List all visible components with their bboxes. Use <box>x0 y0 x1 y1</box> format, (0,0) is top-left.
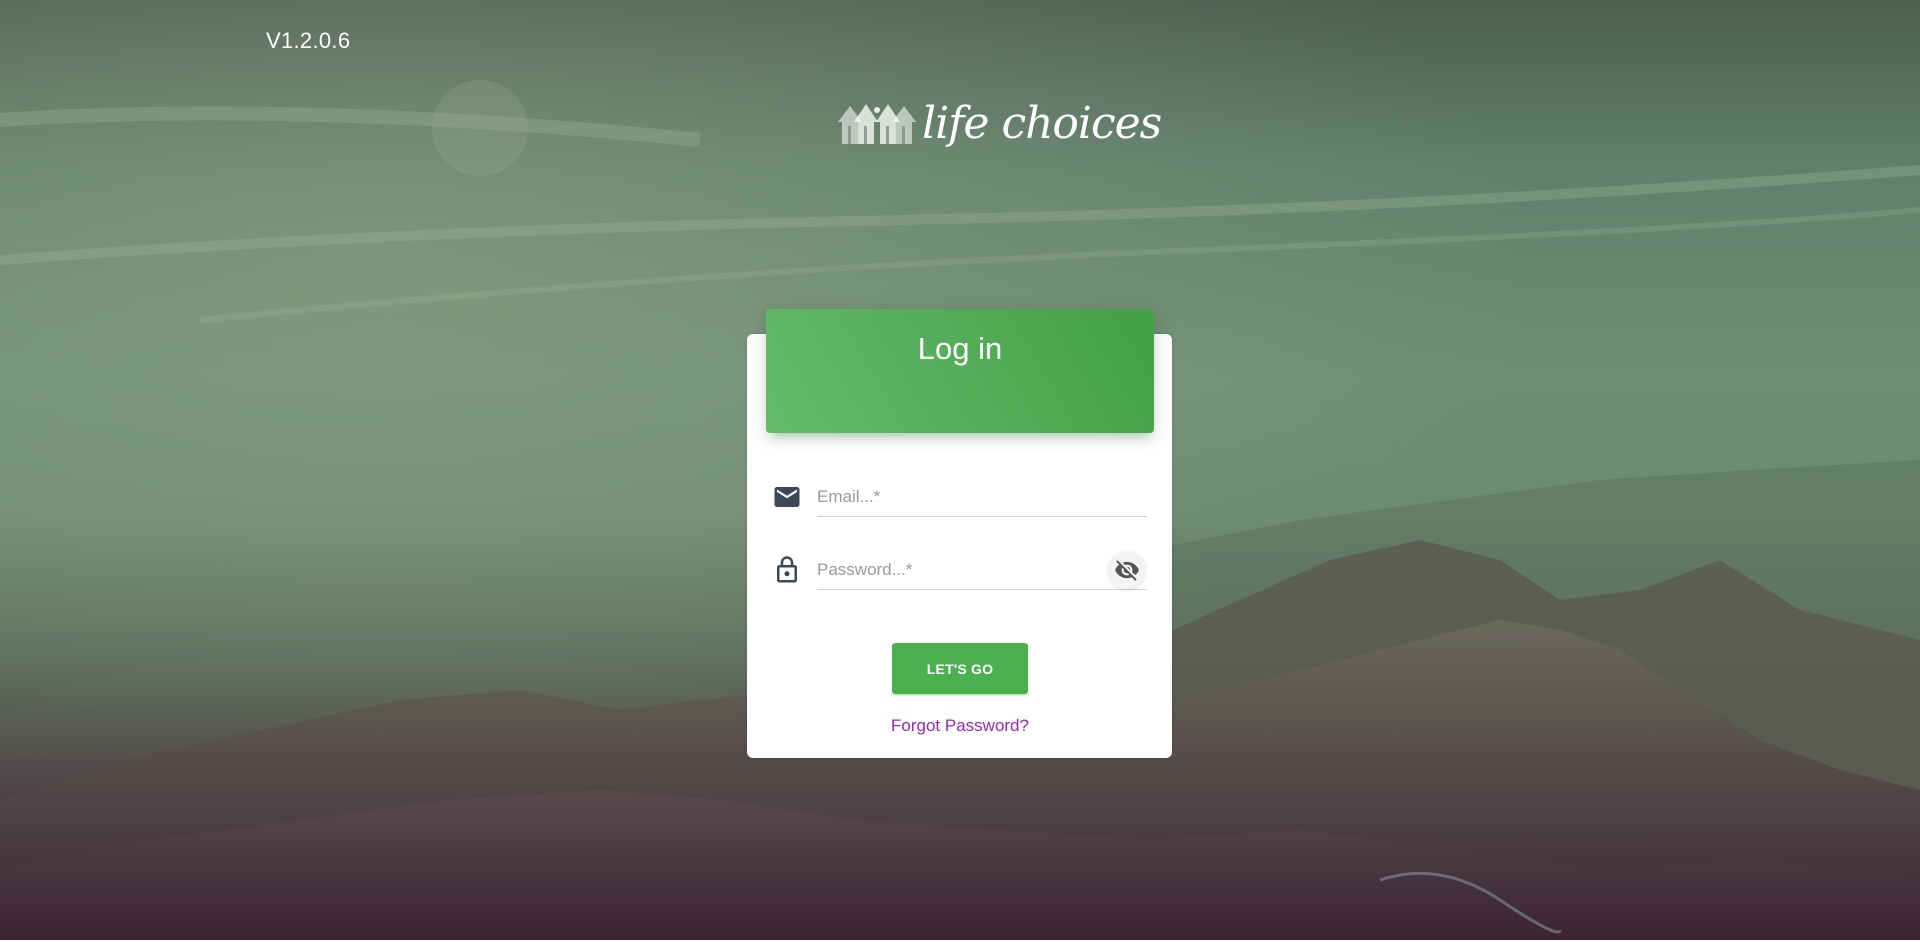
forgot-password-link[interactable]: Forgot Password? <box>870 716 1050 736</box>
app-version-label: V1.2.0.6 <box>266 28 351 53</box>
lets-go-button[interactable]: LET'S GO <box>892 643 1028 694</box>
email-input[interactable] <box>817 478 1147 517</box>
brand-logo: life choices <box>836 94 1162 166</box>
brand-wordmark: life choices <box>922 98 1162 149</box>
email-field <box>772 478 1148 518</box>
login-title: Log in <box>917 331 1003 366</box>
house-people-logo-icon <box>838 104 916 144</box>
password-input[interactable] <box>817 551 1147 590</box>
login-card-header: Log in <box>766 309 1154 433</box>
password-field <box>772 551 1148 591</box>
lock-icon <box>772 555 802 585</box>
email-icon <box>772 482 802 512</box>
toggle-password-visibility-button[interactable] <box>1108 551 1146 589</box>
eye-off-icon <box>1115 560 1139 581</box>
